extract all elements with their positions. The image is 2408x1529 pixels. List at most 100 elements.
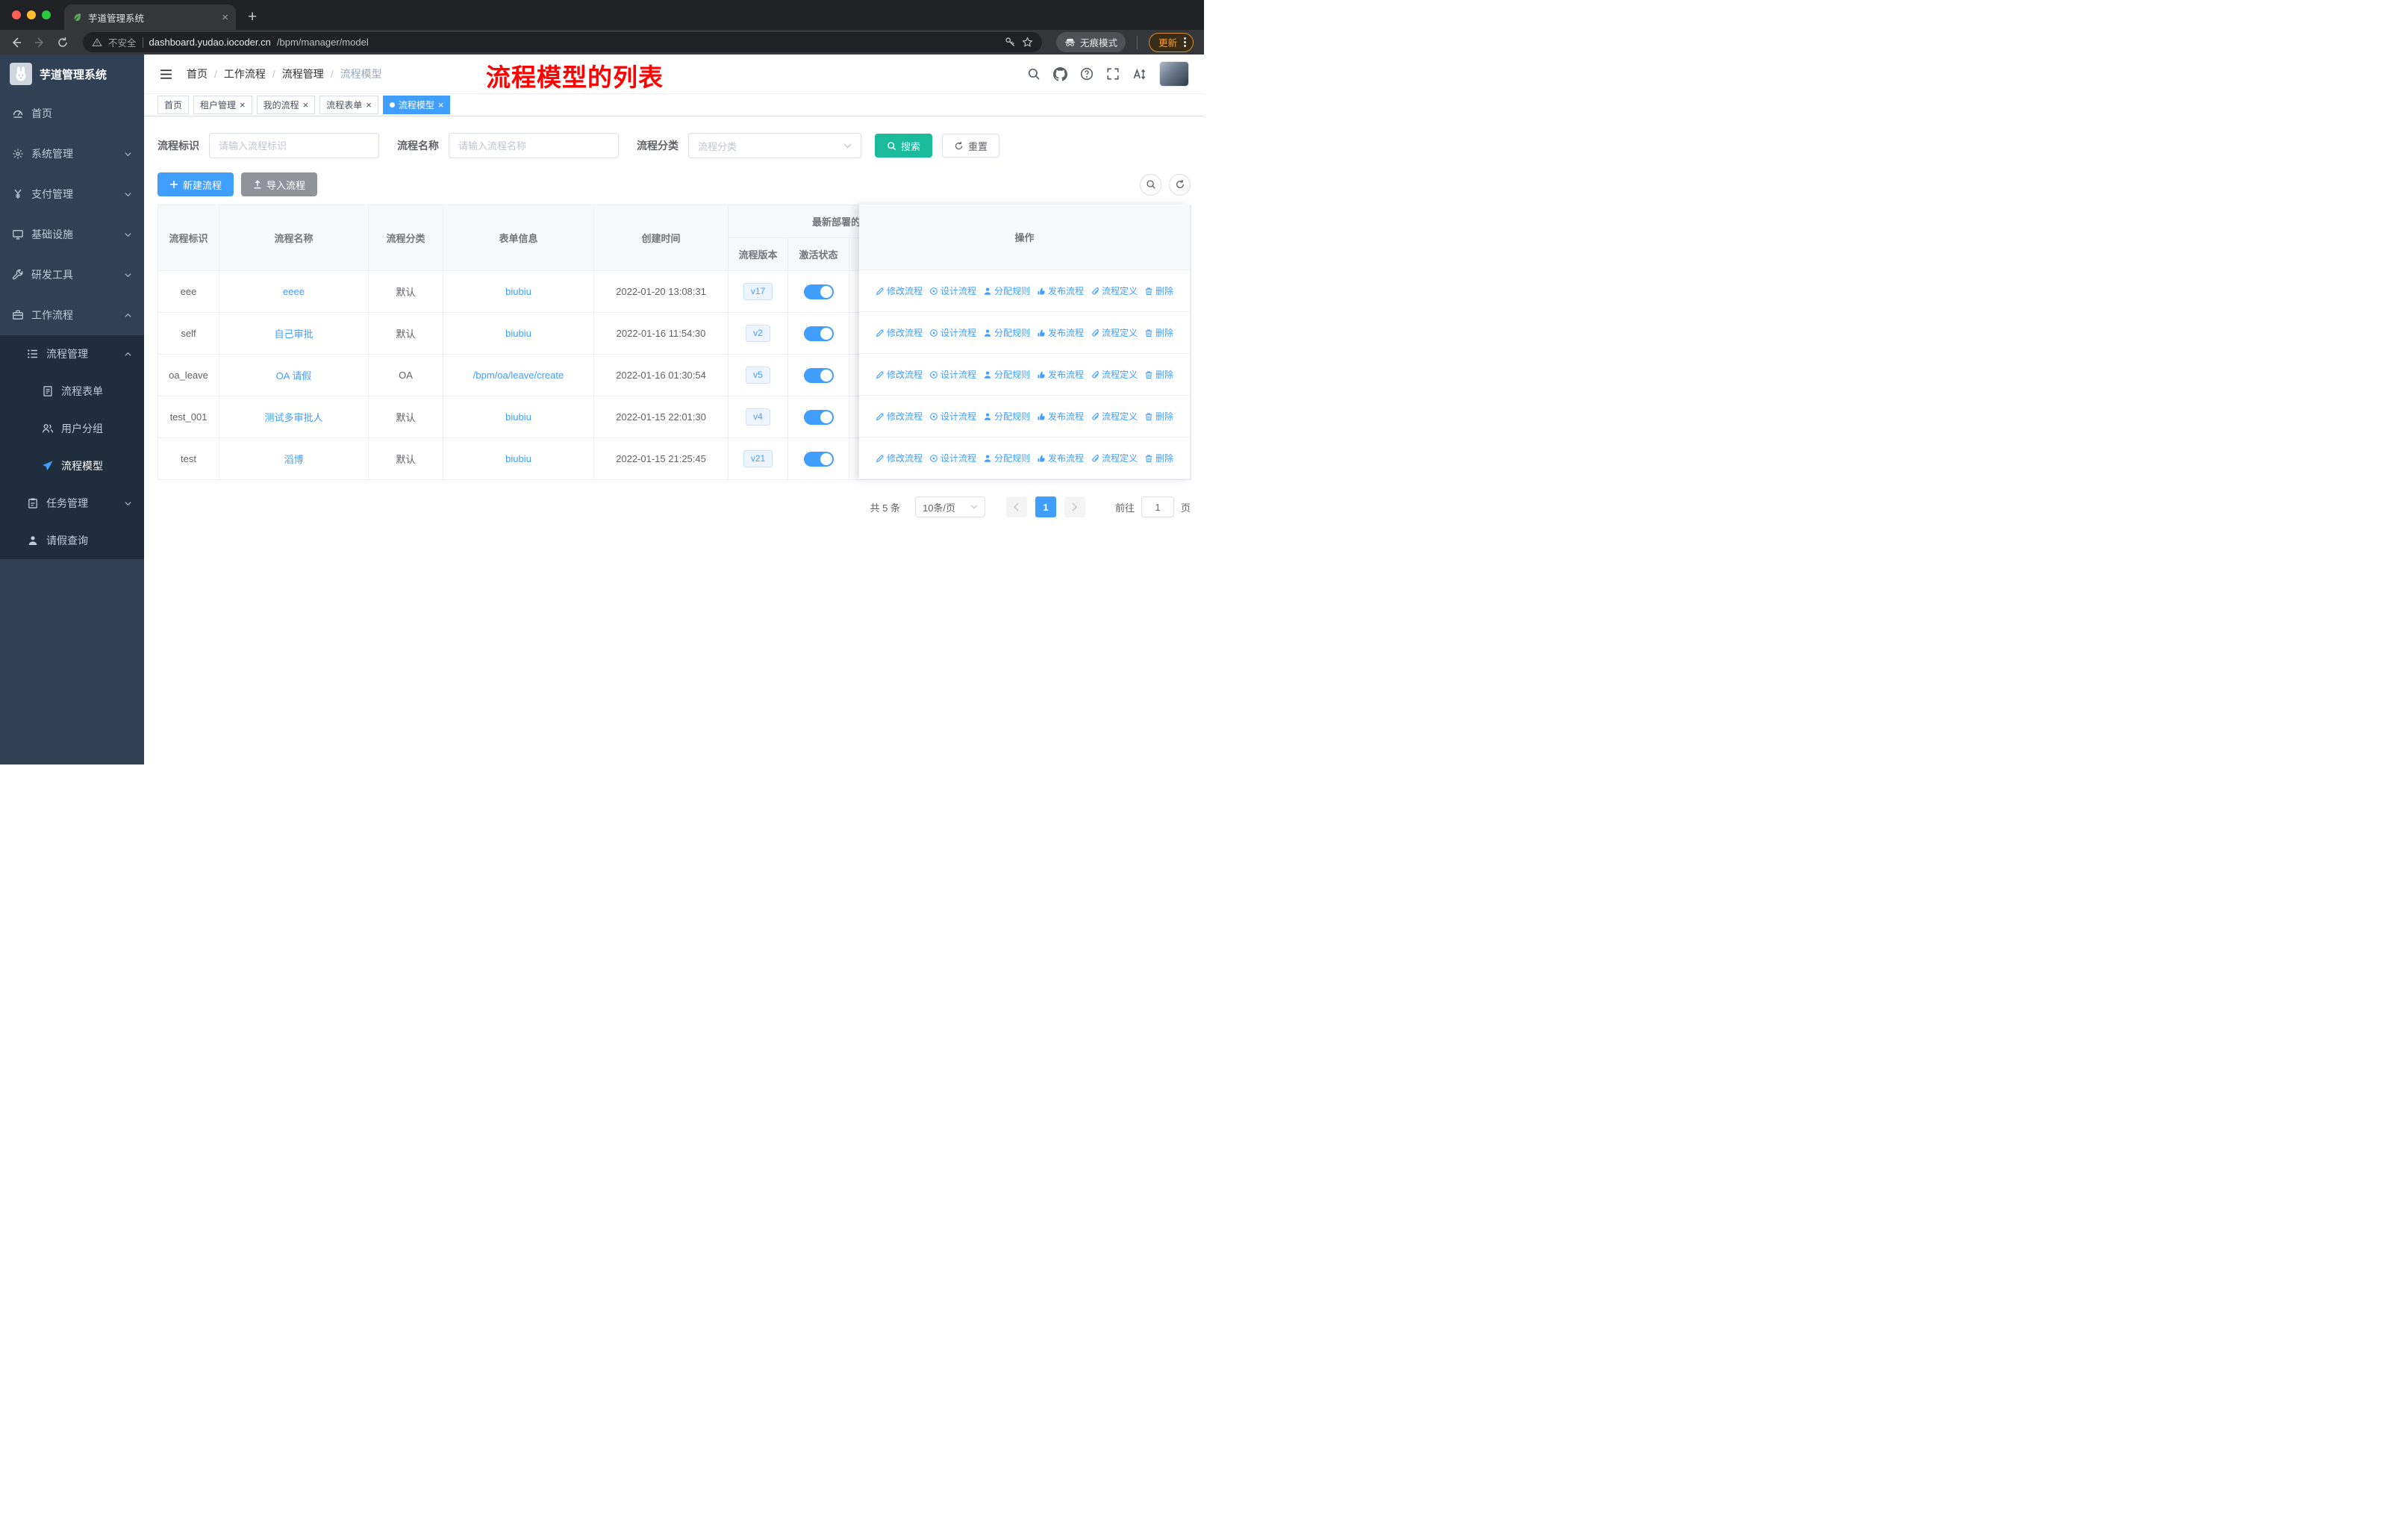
bookmark-star-icon[interactable] [1022, 37, 1033, 48]
active-switch[interactable] [803, 326, 834, 341]
create-process-button[interactable]: 新建流程 [157, 172, 234, 196]
window-minimize-button[interactable] [27, 10, 36, 19]
action-publish-link[interactable]: 发布流程 [1037, 326, 1084, 339]
action-design-link[interactable]: 设计流程 [929, 326, 976, 339]
active-switch[interactable] [803, 451, 834, 467]
action-definition-link[interactable]: 流程定义 [1091, 368, 1138, 381]
active-switch[interactable] [803, 284, 834, 299]
action-definition-link[interactable]: 流程定义 [1091, 326, 1138, 339]
action-assign-link[interactable]: 分配规则 [983, 326, 1030, 339]
import-process-button[interactable]: 导入流程 [241, 172, 318, 196]
action-design-link[interactable]: 设计流程 [929, 284, 976, 297]
process-name-link[interactable]: OA 请假 [276, 368, 312, 382]
menu-fold-icon[interactable] [159, 67, 173, 81]
action-design-link[interactable]: 设计流程 [929, 452, 976, 464]
form-info-link[interactable]: /bpm/oa/leave/create [473, 370, 564, 381]
next-page-button[interactable] [1064, 496, 1085, 517]
sidebar-item-devtools[interactable]: 研发工具 [0, 255, 144, 295]
sidebar-item-process-model[interactable]: 流程模型 [0, 447, 144, 485]
process-name-link[interactable]: eeee [283, 286, 305, 297]
action-assign-link[interactable]: 分配规则 [983, 410, 1030, 423]
sidebar-item-task-mgmt[interactable]: 任务管理 [0, 485, 144, 522]
address-bar[interactable]: 不安全 dashboard.yudao.iocoder.cn/bpm/manag… [83, 32, 1042, 52]
action-definition-link[interactable]: 流程定义 [1091, 452, 1138, 464]
sidebar-item-process-mgmt[interactable]: 流程管理 [0, 335, 144, 373]
password-key-icon[interactable] [1005, 37, 1016, 48]
form-info-link[interactable]: biubiu [505, 453, 531, 464]
sidebar-item-process-form[interactable]: 流程表单 [0, 373, 144, 410]
process-name-link[interactable]: 自己审批 [274, 326, 313, 340]
tag-close-icon[interactable]: × [303, 100, 309, 110]
action-delete-link[interactable]: 删除 [1144, 326, 1173, 339]
current-page[interactable]: 1 [1035, 496, 1056, 517]
security-warning-icon[interactable] [92, 37, 102, 48]
action-modify-link[interactable]: 修改流程 [876, 368, 923, 381]
reload-button[interactable] [57, 37, 69, 49]
sidebar-item-infra[interactable]: 基础设施 [0, 214, 144, 255]
incognito-badge[interactable]: 无痕模式 [1055, 32, 1126, 52]
window-zoom-button[interactable] [42, 10, 51, 19]
action-delete-link[interactable]: 删除 [1144, 410, 1173, 423]
breadcrumb-item[interactable]: 工作流程 [224, 66, 266, 81]
action-modify-link[interactable]: 修改流程 [876, 410, 923, 423]
reset-button[interactable]: 重置 [942, 134, 1000, 158]
action-definition-link[interactable]: 流程定义 [1091, 410, 1138, 423]
refresh-table-button[interactable] [1169, 173, 1191, 196]
action-assign-link[interactable]: 分配规则 [983, 452, 1030, 464]
breadcrumb-item[interactable]: 首页 [187, 66, 208, 81]
prev-page-button[interactable] [1005, 496, 1027, 517]
browser-tab[interactable]: 芋道管理系统 × [64, 4, 236, 30]
action-design-link[interactable]: 设计流程 [929, 410, 976, 423]
process-name-link[interactable]: 滔博 [284, 452, 303, 466]
tab-tag-home[interactable]: 首页 [157, 96, 190, 114]
tag-close-icon[interactable]: × [438, 100, 444, 110]
active-switch[interactable] [803, 409, 834, 425]
action-publish-link[interactable]: 发布流程 [1037, 452, 1084, 464]
help-icon[interactable] [1080, 67, 1094, 81]
action-delete-link[interactable]: 删除 [1144, 284, 1173, 297]
forward-button[interactable] [34, 37, 46, 49]
form-info-link[interactable]: biubiu [505, 328, 531, 339]
action-definition-link[interactable]: 流程定义 [1091, 284, 1138, 297]
new-tab-button[interactable]: + [248, 9, 257, 25]
action-publish-link[interactable]: 发布流程 [1037, 284, 1084, 297]
app-logo[interactable]: 芋道管理系统 [0, 55, 144, 93]
action-modify-link[interactable]: 修改流程 [876, 284, 923, 297]
sidebar-item-home[interactable]: 首页 [0, 93, 144, 134]
action-modify-link[interactable]: 修改流程 [876, 452, 923, 464]
page-size-select[interactable]: 10条/页 [914, 496, 985, 517]
back-button[interactable] [10, 37, 22, 49]
sidebar-item-leave-query[interactable]: 请假查询 [0, 522, 144, 559]
tab-close-icon[interactable]: × [222, 12, 228, 23]
filter-category-select[interactable]: 流程分类 [688, 133, 861, 158]
action-publish-link[interactable]: 发布流程 [1037, 368, 1084, 381]
breadcrumb-item[interactable]: 流程管理 [282, 66, 324, 81]
action-delete-link[interactable]: 删除 [1144, 368, 1173, 381]
window-close-button[interactable] [12, 10, 21, 19]
tab-tag-process-form[interactable]: 流程表单 × [319, 96, 378, 114]
action-assign-link[interactable]: 分配规则 [983, 284, 1030, 297]
action-delete-link[interactable]: 删除 [1144, 452, 1173, 464]
toggle-search-button[interactable] [1140, 173, 1161, 196]
active-switch[interactable] [803, 367, 834, 383]
user-avatar[interactable] [1159, 61, 1189, 87]
goto-page-input[interactable] [1141, 496, 1174, 517]
action-assign-link[interactable]: 分配规则 [983, 368, 1030, 381]
tag-close-icon[interactable]: × [366, 100, 372, 110]
filter-id-input[interactable] [209, 133, 379, 158]
font-size-icon[interactable] [1132, 67, 1147, 81]
search-button[interactable]: 搜索 [875, 134, 933, 158]
fullscreen-icon[interactable] [1106, 67, 1120, 81]
form-info-link[interactable]: biubiu [505, 286, 531, 297]
tab-tag-my-process[interactable]: 我的流程 × [256, 96, 316, 114]
action-modify-link[interactable]: 修改流程 [876, 326, 923, 339]
update-button[interactable]: 更新 [1148, 32, 1194, 52]
tab-tag-tenant-mgmt[interactable]: 租户管理 × [193, 96, 252, 114]
form-info-link[interactable]: biubiu [505, 411, 531, 423]
tag-close-icon[interactable]: × [240, 100, 246, 110]
browser-menu-icon[interactable] [1182, 37, 1188, 47]
filter-name-input[interactable] [449, 133, 619, 158]
github-icon[interactable] [1053, 66, 1067, 81]
sidebar-item-user-group[interactable]: 用户分组 [0, 410, 144, 447]
action-design-link[interactable]: 设计流程 [929, 368, 976, 381]
